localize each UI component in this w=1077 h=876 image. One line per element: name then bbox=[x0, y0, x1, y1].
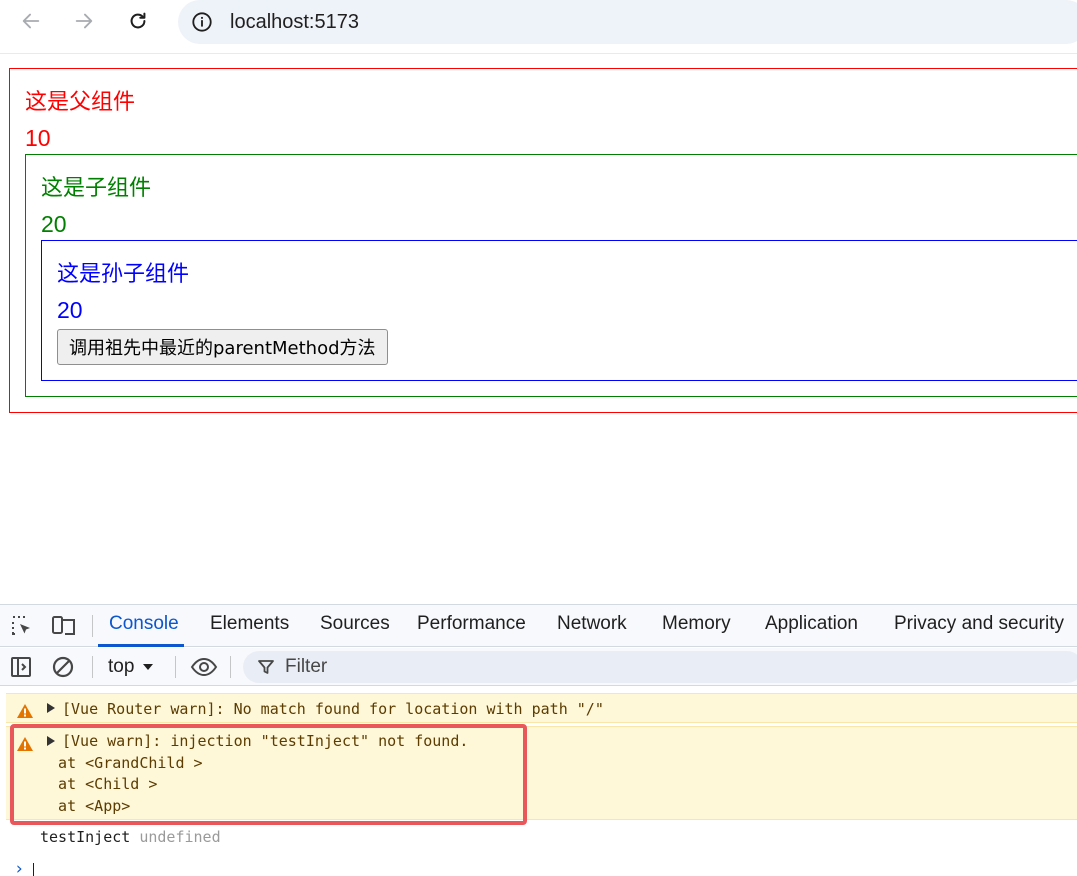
log-label: testInject bbox=[40, 828, 131, 846]
info-icon[interactable] bbox=[190, 10, 214, 34]
parent-component: 这是父组件 10 这是子组件 20 这是孙子组件 20 调用祖先中最近的pare… bbox=[9, 68, 1077, 413]
reload-icon[interactable] bbox=[123, 6, 153, 36]
devtools-panel: Console Elements Sources Performance Net… bbox=[0, 604, 1077, 876]
forward-arrow-icon[interactable] bbox=[69, 6, 99, 36]
child-component: 这是子组件 20 这是孙子组件 20 调用祖先中最近的parentMethod方… bbox=[25, 154, 1077, 397]
call-parent-method-button[interactable]: 调用祖先中最近的parentMethod方法 bbox=[57, 329, 388, 365]
console-input-cursor[interactable] bbox=[33, 863, 34, 876]
highlight-annotation bbox=[10, 724, 527, 825]
console-log-message[interactable]: testInject undefined bbox=[40, 828, 221, 846]
devtools-tabbar: Console Elements Sources Performance Net… bbox=[0, 605, 1077, 647]
inspect-element-icon[interactable] bbox=[9, 613, 35, 639]
tab-elements[interactable]: Elements bbox=[210, 613, 289, 635]
warning-icon bbox=[17, 704, 33, 718]
context-label: top bbox=[108, 656, 135, 677]
log-value: undefined bbox=[139, 828, 221, 846]
filter-placeholder: Filter bbox=[285, 656, 328, 677]
sidebar-toggle-icon[interactable] bbox=[8, 654, 34, 680]
context-selector[interactable]: top bbox=[108, 656, 154, 678]
console-prompt-icon: › bbox=[14, 859, 25, 876]
parent-title: 这是父组件 bbox=[25, 90, 136, 115]
tab-memory[interactable]: Memory bbox=[662, 613, 731, 635]
console-warning-message[interactable]: [Vue Router warn]: No match found for lo… bbox=[6, 693, 1077, 723]
address-bar[interactable]: localhost:5173 bbox=[178, 0, 1077, 44]
tab-sources[interactable]: Sources bbox=[320, 613, 390, 635]
tab-application[interactable]: Application bbox=[765, 613, 858, 635]
device-toolbar-icon[interactable] bbox=[51, 613, 77, 639]
warning-text: [Vue Router warn]: No match found for lo… bbox=[62, 700, 604, 718]
grandchild-title: 这是孙子组件 bbox=[57, 262, 190, 287]
tab-console[interactable]: Console bbox=[109, 613, 179, 635]
clear-console-icon[interactable] bbox=[50, 654, 76, 680]
active-tab-indicator bbox=[98, 644, 184, 647]
expand-arrow-icon[interactable] bbox=[46, 702, 56, 714]
tab-network[interactable]: Network bbox=[557, 613, 627, 635]
dropdown-arrow-icon bbox=[143, 664, 154, 670]
grandchild-component: 这是孙子组件 20 调用祖先中最近的parentMethod方法 bbox=[41, 240, 1077, 381]
grandchild-count: 20 bbox=[57, 297, 83, 323]
console-filter-input[interactable]: Filter bbox=[243, 651, 1077, 683]
back-arrow-icon[interactable] bbox=[16, 6, 46, 36]
browser-toolbar: localhost:5173 bbox=[0, 0, 1077, 54]
url-text: localhost:5173 bbox=[230, 10, 359, 33]
tab-performance[interactable]: Performance bbox=[417, 613, 526, 635]
tab-privacy-and-security[interactable]: Privacy and security bbox=[894, 613, 1064, 635]
console-toolbar: top Filter bbox=[0, 648, 1077, 686]
child-title: 这是子组件 bbox=[41, 176, 152, 201]
filter-icon bbox=[258, 660, 274, 674]
live-expression-eye-icon[interactable] bbox=[190, 654, 218, 680]
child-count: 20 bbox=[41, 211, 67, 237]
parent-count: 10 bbox=[25, 125, 51, 151]
